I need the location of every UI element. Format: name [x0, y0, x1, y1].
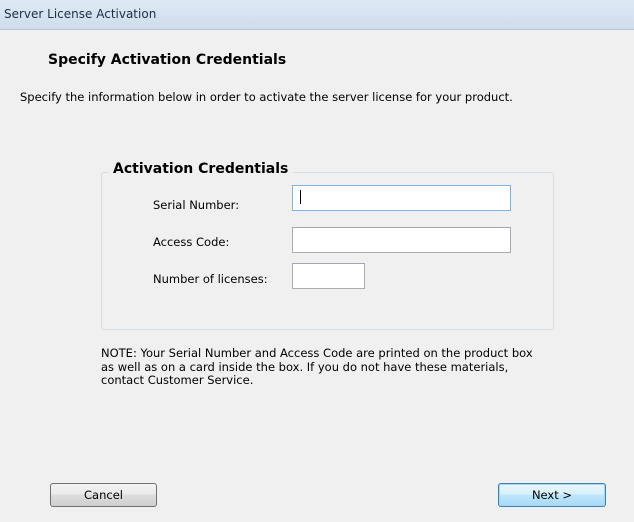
number-of-licenses-input[interactable] — [292, 263, 365, 289]
access-code-label: Access Code: — [153, 235, 230, 249]
note-line: contact Customer Service. — [101, 373, 254, 387]
license-activation-dialog: Server License Activation Specify Activa… — [0, 0, 634, 522]
cancel-button[interactable]: Cancel — [50, 483, 157, 507]
access-code-input[interactable] — [292, 227, 511, 253]
next-button[interactable]: Next > — [498, 483, 606, 507]
activation-note: NOTE: Your Serial Number and Access Code… — [101, 346, 561, 388]
number-of-licenses-label: Number of licenses: — [153, 272, 268, 286]
title-bar: Server License Activation — [0, 0, 634, 30]
serial-number-input[interactable] — [292, 185, 511, 211]
page-description: Specify the information below in order t… — [20, 90, 513, 104]
text-caret — [300, 190, 301, 204]
group-title: Activation Credentials — [108, 161, 294, 177]
page-title: Specify Activation Credentials — [48, 52, 287, 68]
window-title: Server License Activation — [4, 7, 157, 21]
note-line: as well as on a card inside the box. If … — [101, 359, 509, 374]
note-line: NOTE: Your Serial Number and Access Code… — [101, 346, 533, 360]
serial-number-label: Serial Number: — [153, 198, 240, 212]
